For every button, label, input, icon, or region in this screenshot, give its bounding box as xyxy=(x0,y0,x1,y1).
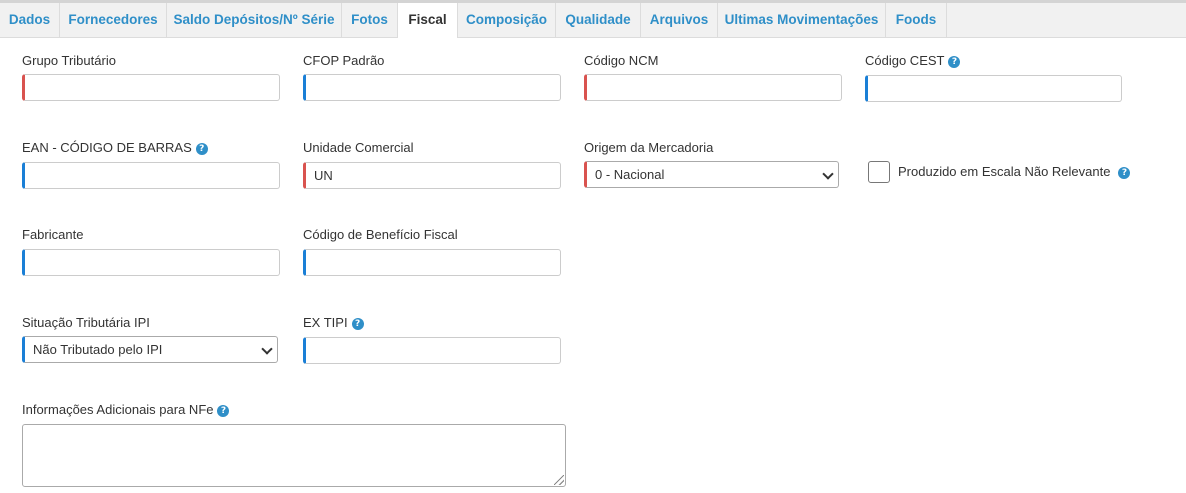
escala-nao-relevante-checkbox[interactable] xyxy=(868,161,890,183)
info-adicionais-nfe-textarea[interactable] xyxy=(22,424,566,487)
tab-dados[interactable]: Dados xyxy=(0,3,60,37)
escala-nao-relevante-label-group: Produzido em Escala Não Relevante? xyxy=(898,164,1131,180)
cfop-padrao-label: CFOP Padrão xyxy=(303,53,385,68)
unidade-comercial-input[interactable]: UN xyxy=(303,162,561,189)
help-icon[interactable]: ? xyxy=(217,405,230,417)
fabricante-input[interactable] xyxy=(22,249,280,276)
tab-fotos[interactable]: Fotos xyxy=(342,3,398,37)
help-icon[interactable]: ? xyxy=(948,56,961,68)
tab-qualidade[interactable]: Qualidade xyxy=(556,3,641,37)
origem-mercadoria-select[interactable]: 0 - Nacional xyxy=(584,161,839,188)
tab-composicao[interactable]: Composição xyxy=(458,3,556,37)
situacao-tributaria-ipi-label: Situação Tributária IPI xyxy=(22,315,150,330)
ean-label-group: EAN - CÓDIGO DE BARRAS? xyxy=(22,140,208,156)
codigo-ncm-input[interactable] xyxy=(584,74,842,101)
cfop-padrao-input[interactable] xyxy=(303,74,561,101)
situacao-tributaria-ipi-select[interactable]: Não Tributado pelo IPI xyxy=(22,336,278,363)
tab-fiscal[interactable]: Fiscal xyxy=(397,3,458,38)
help-icon[interactable]: ? xyxy=(1118,167,1131,179)
info-adicionais-nfe-label: Informações Adicionais para NFe xyxy=(22,402,214,417)
origem-mercadoria-selected: 0 - Nacional xyxy=(595,167,665,182)
resize-grip-icon[interactable] xyxy=(554,475,564,485)
ex-tipi-label-group: EX TIPI? xyxy=(303,315,364,331)
grupo-tributario-input[interactable] xyxy=(22,74,280,101)
grupo-tributario-label: Grupo Tributário xyxy=(22,53,116,68)
tab-bar: Dados Fornecedores Saldo Depósitos/Nº Sé… xyxy=(0,3,1186,38)
codigo-cest-label-group: Código CEST? xyxy=(865,53,961,69)
ex-tipi-input[interactable] xyxy=(303,337,561,364)
help-icon[interactable]: ? xyxy=(195,143,208,155)
situacao-tributaria-ipi-selected: Não Tributado pelo IPI xyxy=(33,342,163,357)
codigo-cest-label: Código CEST xyxy=(865,53,945,68)
ex-tipi-label: EX TIPI xyxy=(303,315,348,330)
tab-saldo-depositos[interactable]: Saldo Depósitos/Nº Série xyxy=(167,3,342,37)
info-adicionais-nfe-label-group: Informações Adicionais para NFe? xyxy=(22,402,230,418)
escala-nao-relevante-label: Produzido em Escala Não Relevante xyxy=(898,164,1111,179)
tab-foods[interactable]: Foods xyxy=(886,3,947,37)
codigo-ncm-label: Código NCM xyxy=(584,53,659,68)
help-icon[interactable]: ? xyxy=(351,318,364,330)
codigo-cest-input[interactable] xyxy=(865,75,1122,102)
fabricante-label: Fabricante xyxy=(22,227,84,242)
unidade-comercial-label: Unidade Comercial xyxy=(303,140,414,155)
tab-fornecedores[interactable]: Fornecedores xyxy=(60,3,167,37)
origem-mercadoria-label: Origem da Mercadoria xyxy=(584,140,714,155)
chevron-down-icon xyxy=(261,343,273,355)
tab-ultimas-movimentacoes[interactable]: Ultimas Movimentações xyxy=(718,3,886,37)
codigo-beneficio-fiscal-input[interactable] xyxy=(303,249,561,276)
codigo-beneficio-fiscal-label: Código de Benefício Fiscal xyxy=(303,227,458,242)
tab-arquivos[interactable]: Arquivos xyxy=(641,3,718,37)
ean-label: EAN - CÓDIGO DE BARRAS xyxy=(22,140,192,155)
chevron-down-icon xyxy=(822,168,834,180)
ean-input[interactable] xyxy=(22,162,280,189)
